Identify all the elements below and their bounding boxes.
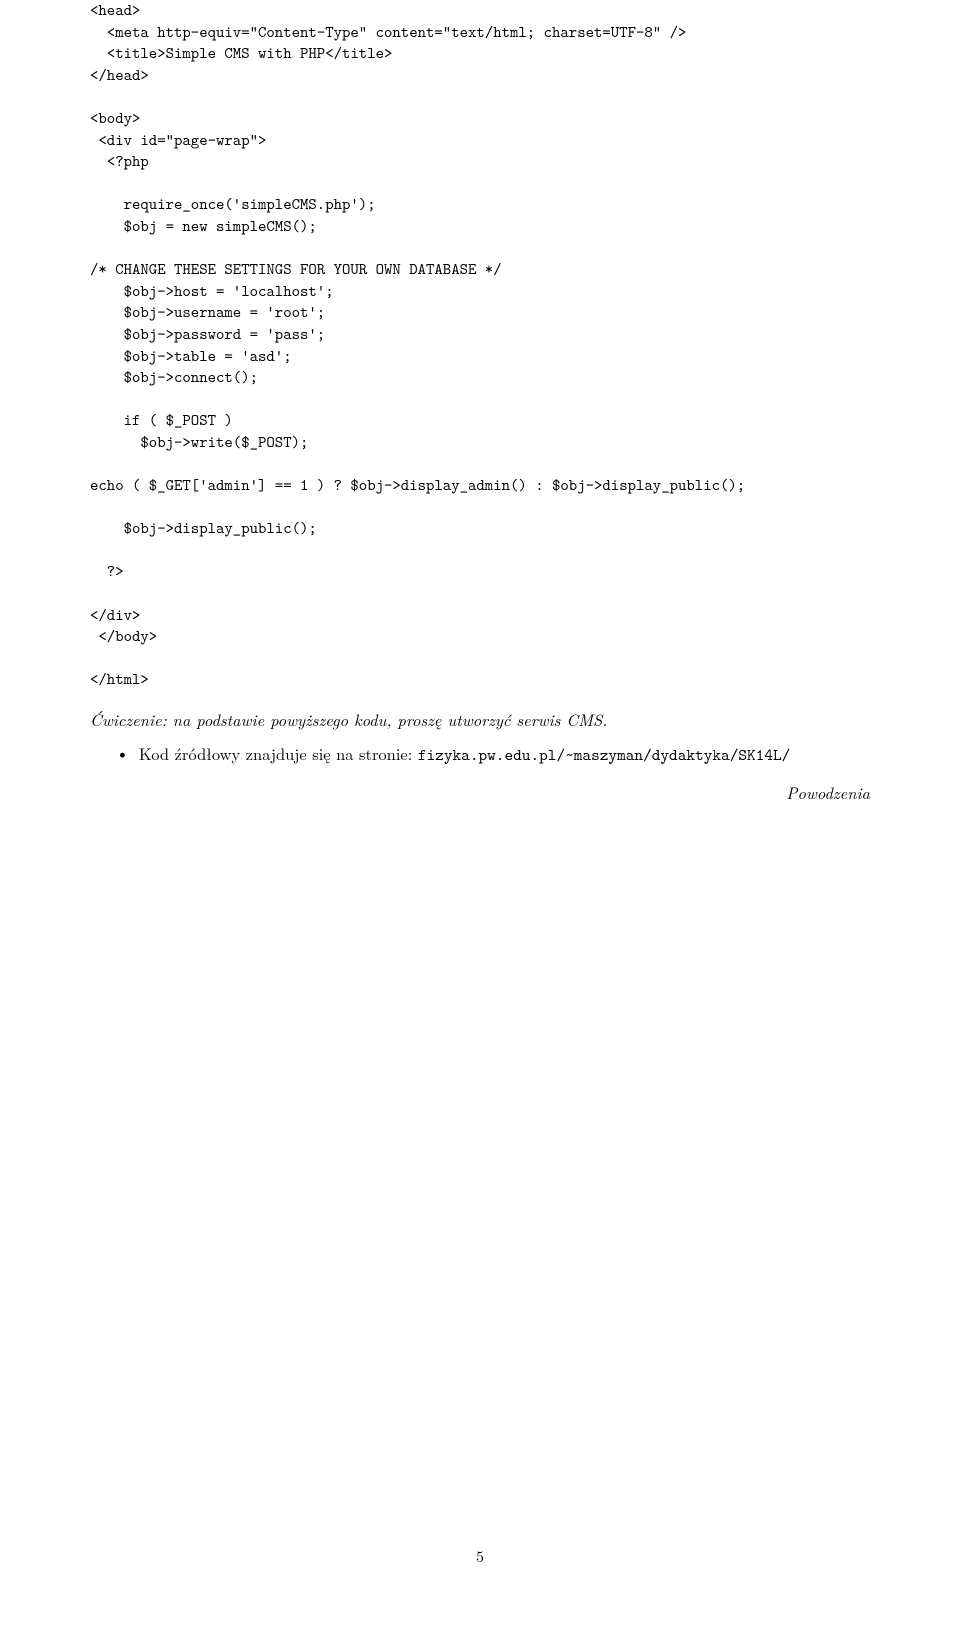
exercise-text: Ćwiczenie: na podstawie powyższego kodu,… <box>90 707 870 731</box>
success-text: Powodzenia <box>90 780 870 804</box>
bullet-text-before: Kod źródłowy znajduje się na stronie: <box>139 741 418 765</box>
bullet-list: • Kod źródłowy znajduje się na stronie: … <box>90 741 870 766</box>
bullet-text: Kod źródłowy znajduje się na stronie: fi… <box>139 741 870 766</box>
page-number: 5 <box>0 1544 960 1567</box>
code-listing: <head> <meta http-equiv="Content-Type" c… <box>90 0 870 691</box>
document-page: <head> <meta http-equiv="Content-Type" c… <box>0 0 960 1627</box>
bullet-icon: • <box>116 740 129 764</box>
bullet-item: • Kod źródłowy znajduje się na stronie: … <box>116 741 870 766</box>
bullet-url: fizyka.pw.edu.pl/~maszyman/dydaktyka/SK1… <box>418 744 791 766</box>
